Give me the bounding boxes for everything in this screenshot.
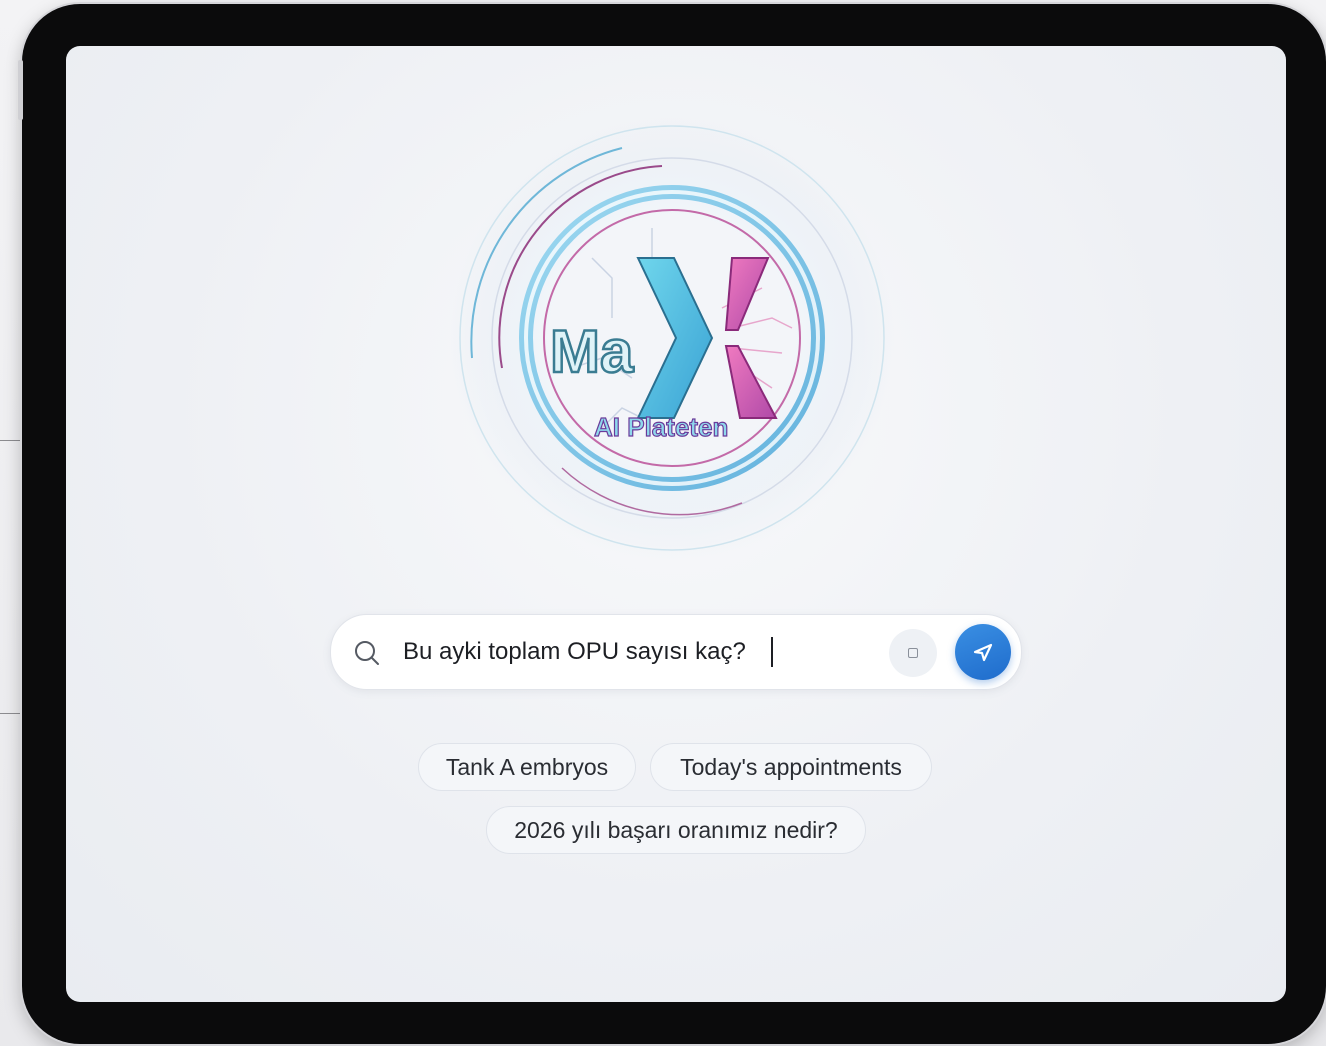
background-edge-line: [0, 440, 22, 441]
tablet-screen: Ma AI Plateten Tank A embryos Today's ap…: [66, 46, 1286, 1002]
send-button[interactable]: [955, 624, 1011, 680]
logo-tagline: AI Plateten: [594, 412, 728, 442]
app-logo: Ma AI Plateten: [442, 108, 902, 568]
logo-wordmark: Ma: [550, 318, 634, 385]
background-edge-line: [0, 713, 22, 714]
suggestion-chip-tank-a-embryos[interactable]: Tank A embryos: [418, 743, 636, 791]
attach-button[interactable]: [889, 629, 937, 677]
suggestion-chip-todays-appointments[interactable]: Today's appointments: [650, 743, 932, 791]
suggestion-chip-success-rate[interactable]: 2026 yılı başarı oranımız nedir?: [486, 806, 866, 854]
search-icon: [355, 641, 379, 665]
search-input[interactable]: [403, 633, 873, 671]
send-icon: [973, 643, 993, 662]
search-bar[interactable]: [330, 614, 1022, 690]
tablet-side-button: [18, 60, 23, 120]
text-caret: [771, 637, 773, 667]
attach-icon: [908, 648, 918, 658]
